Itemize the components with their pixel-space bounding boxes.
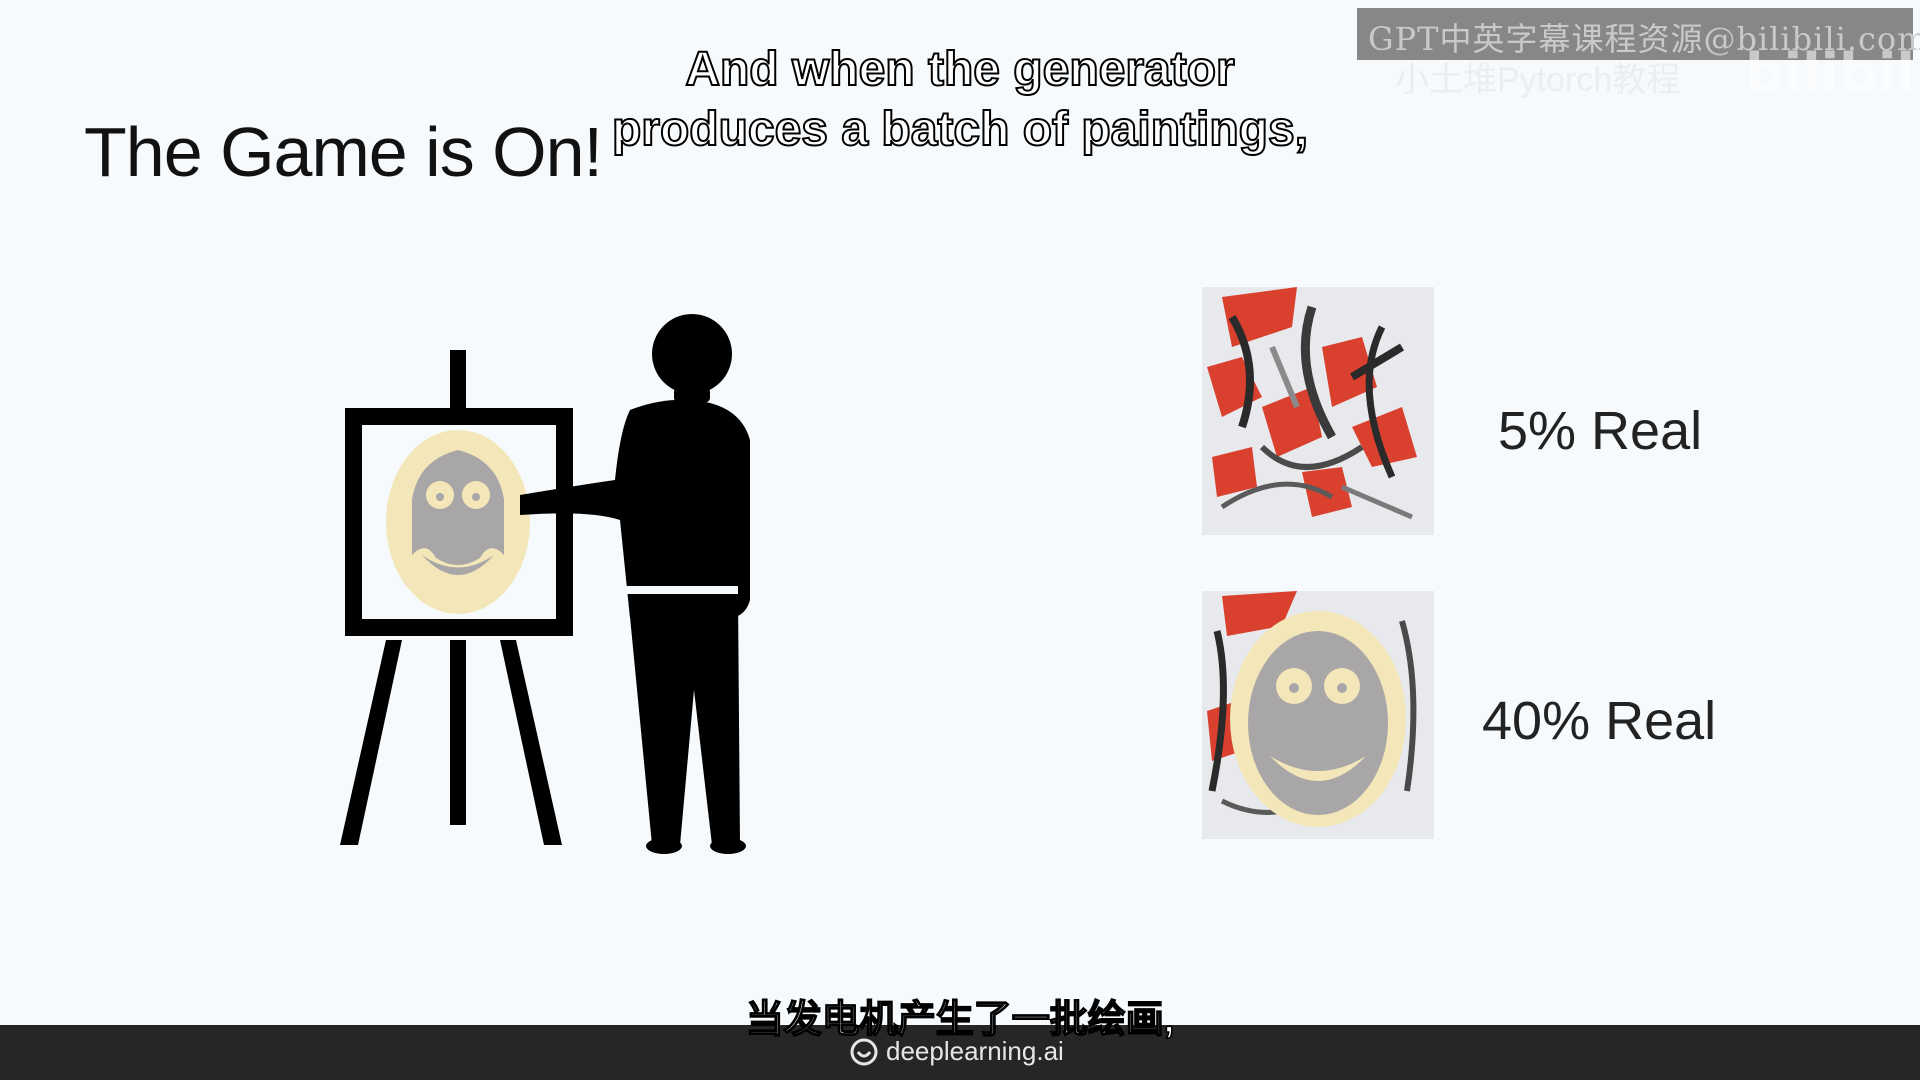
subtitle-chinese: 当发电机产生了一批绘画, — [745, 998, 1175, 1042]
artist-easel-illustration — [340, 314, 750, 854]
subtitle-english-line2: produces a batch of paintings, — [611, 102, 1309, 157]
smiley-art-graphic — [1202, 591, 1434, 839]
subtitle-english: And when the generator produces a batch … — [0, 40, 1920, 160]
painting-abstract — [1202, 287, 1434, 535]
canvas-smiley-face — [386, 430, 530, 614]
label-5-percent-real: 5% Real — [1498, 401, 1703, 461]
subtitle-english-line1: And when the generator — [684, 42, 1235, 97]
label-40-percent-real: 40% Real — [1482, 691, 1717, 751]
abstract-art-graphic — [1202, 287, 1434, 535]
painting-smiley — [1202, 591, 1434, 839]
